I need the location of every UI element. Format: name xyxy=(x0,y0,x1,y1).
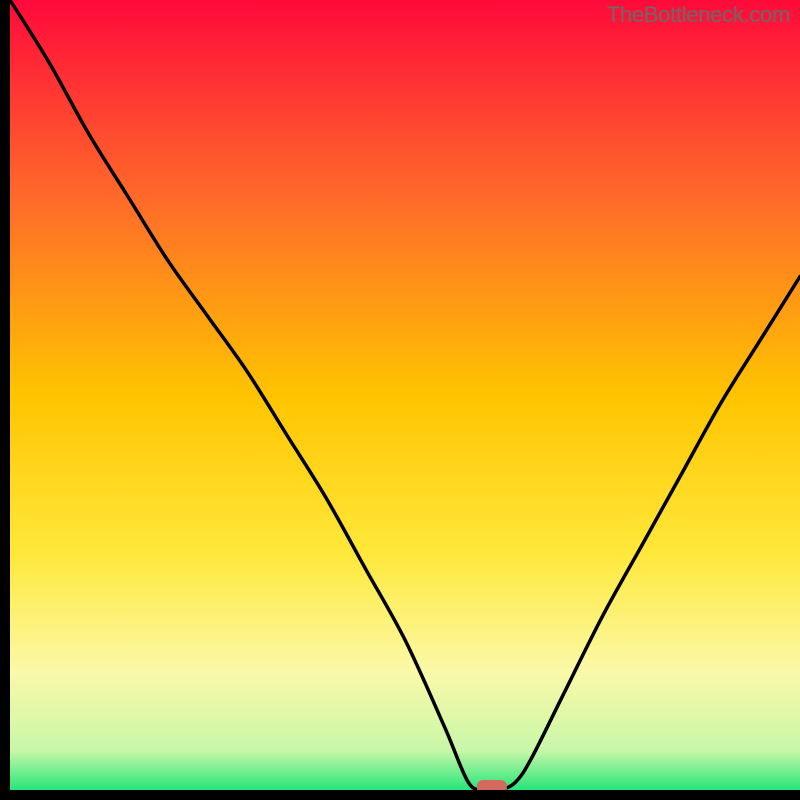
minimum-marker xyxy=(477,780,507,790)
bottleneck-chart xyxy=(10,0,800,790)
attribution-text: TheBottleneck.com xyxy=(607,2,790,28)
chart-background-gradient xyxy=(10,0,800,790)
chart-svg xyxy=(10,0,800,790)
